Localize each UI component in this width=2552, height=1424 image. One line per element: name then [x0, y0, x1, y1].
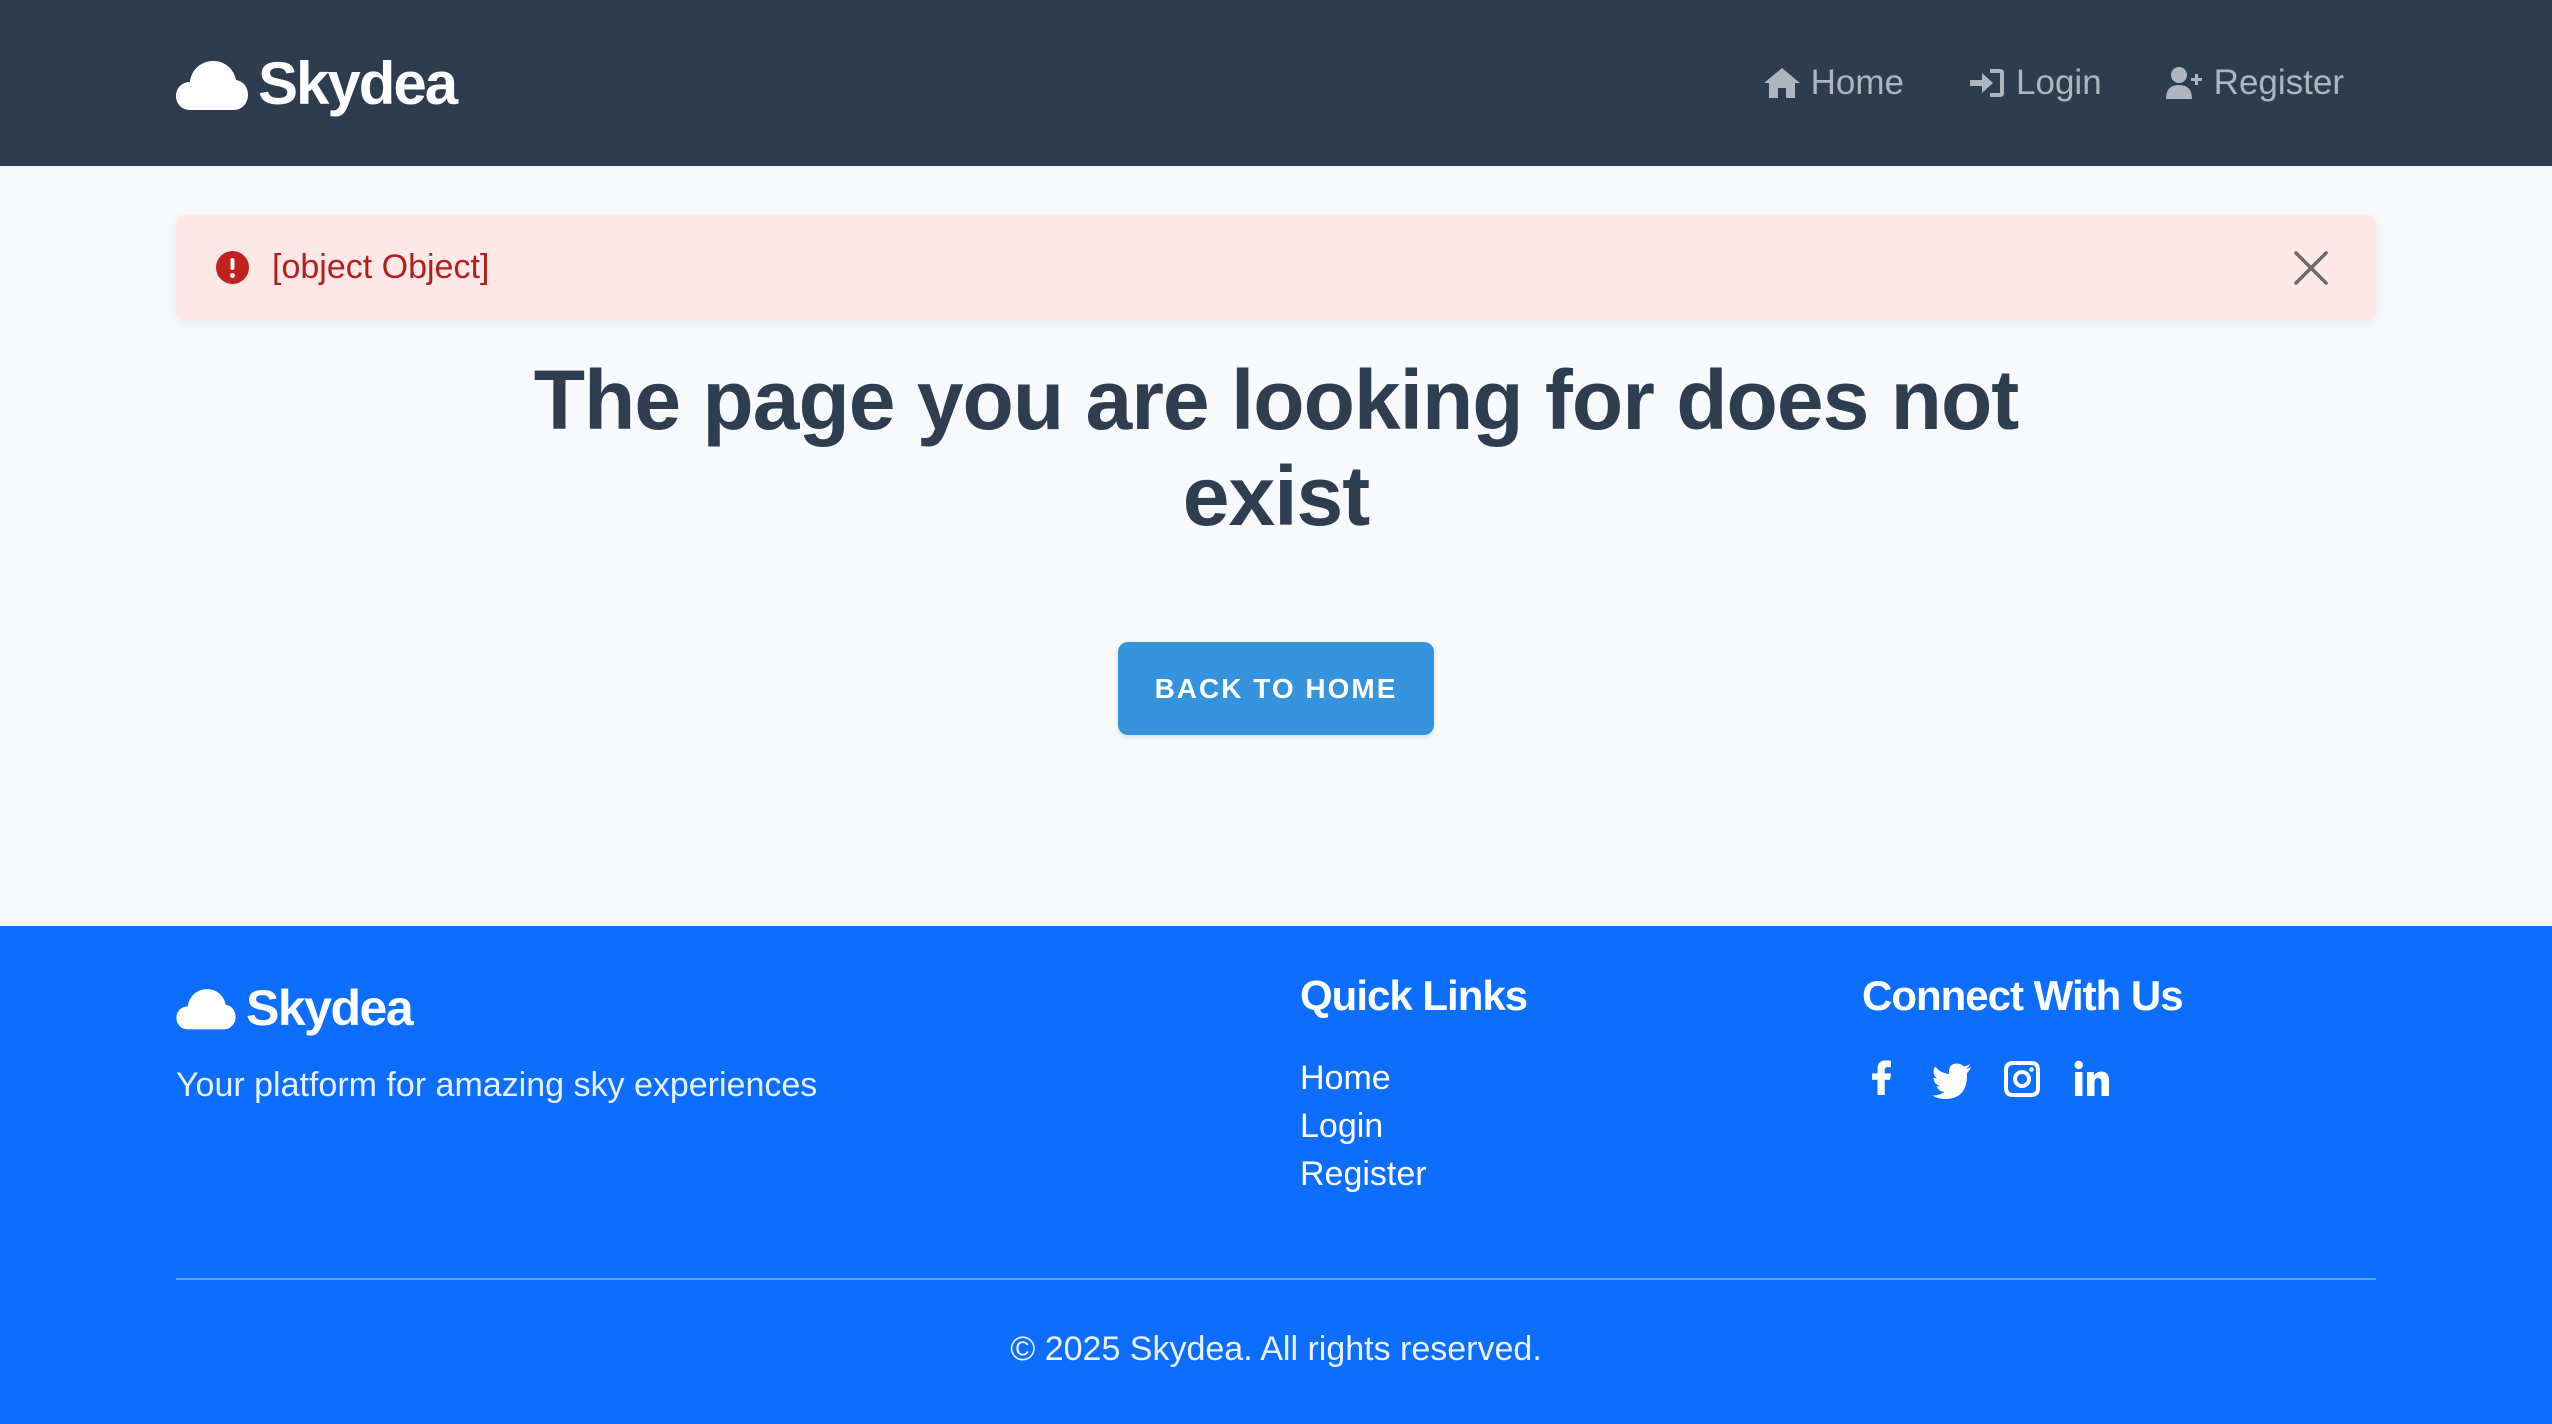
footer-link-register[interactable]: Register — [1300, 1150, 1427, 1198]
nav-login-label: Login — [2016, 63, 2102, 102]
home-icon — [1763, 68, 1800, 98]
nav-links: Home Login Register — [1763, 58, 2344, 108]
copyright-text: © 2025 Skydea. All rights reserved. — [1010, 1330, 1542, 1368]
footer-divider — [176, 1278, 2376, 1280]
quick-links-title: Quick Links — [1300, 972, 1528, 1019]
close-icon — [2294, 251, 2328, 285]
cloud-icon — [176, 61, 248, 110]
footer: Skydea Your platform for amazing sky exp… — [0, 926, 2552, 1424]
brand-logo[interactable]: Skydea — [176, 50, 458, 118]
brand-name: Skydea — [258, 50, 458, 117]
error-alert: [object Object] — [176, 215, 2376, 320]
quick-links: Home Login Register — [1300, 1054, 1427, 1198]
nav-home[interactable]: Home — [1763, 63, 1904, 103]
footer-link-login[interactable]: Login — [1300, 1102, 1427, 1150]
footer-link-home[interactable]: Home — [1300, 1054, 1427, 1102]
twitter-icon[interactable] — [1932, 1059, 1972, 1099]
nav-register-label: Register — [2213, 63, 2344, 102]
footer-tagline: Your platform for amazing sky experience… — [176, 1066, 818, 1104]
cloud-icon — [176, 989, 236, 1030]
alert-message: [object Object] — [272, 248, 490, 286]
back-to-home-button[interactable]: BACK TO HOME — [1118, 642, 1434, 735]
facebook-icon[interactable] — [1862, 1059, 1902, 1099]
footer-brand: Skydea — [176, 978, 414, 1038]
exclamation-circle-icon — [216, 251, 249, 284]
nav-login[interactable]: Login — [1968, 63, 2102, 103]
alert-close-button[interactable] — [2292, 249, 2330, 287]
footer-brand-name: Skydea — [246, 980, 414, 1036]
instagram-icon[interactable] — [2002, 1059, 2042, 1099]
user-plus-icon — [2165, 67, 2202, 99]
sign-in-icon — [1970, 69, 2005, 97]
social-links — [1862, 1054, 2112, 1104]
linkedin-icon[interactable] — [2072, 1059, 2112, 1099]
nav-home-label: Home — [1810, 63, 1905, 102]
nav-register[interactable]: Register — [2165, 63, 2344, 103]
connect-title: Connect With Us — [1862, 972, 2184, 1019]
page-title: The page you are looking for does not ex… — [533, 353, 2019, 543]
navbar: Skydea Home Login Register — [0, 0, 2552, 166]
